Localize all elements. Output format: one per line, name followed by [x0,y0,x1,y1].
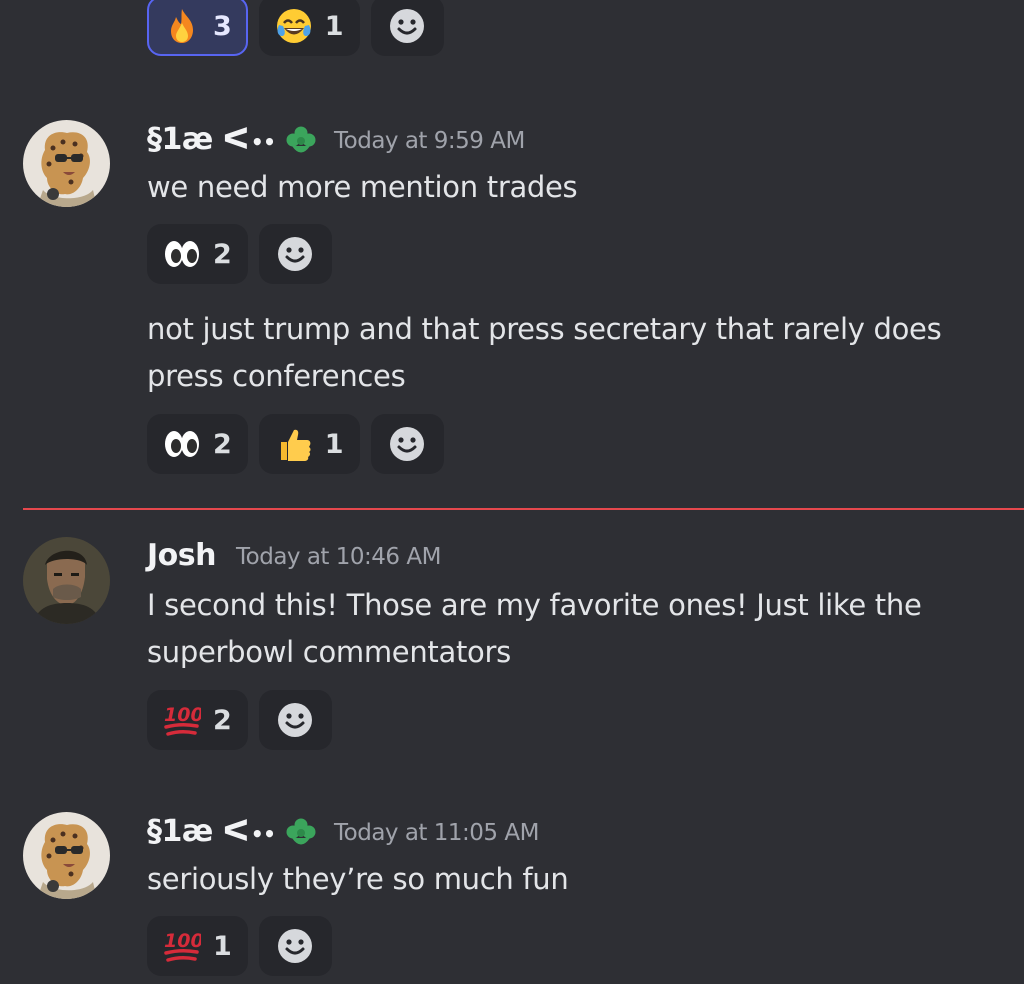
eyes-emoji-icon [165,241,199,267]
message-author[interactable]: §1æ ᐸ •• [147,814,317,849]
username-text: §1æ ᐸ [147,122,249,157]
reaction-thumbs-up[interactable]: 1 [258,414,360,474]
message-reactions: 1 [147,916,332,976]
message-reactions: 2 [147,690,332,750]
username-text: Josh [147,538,217,573]
new-messages-divider [23,508,1024,510]
add-reaction-icon [388,425,426,463]
message-text: I second this! Those are my favorite one… [147,588,922,669]
reaction-count: 1 [213,930,232,962]
leopard-avatar-image [23,812,110,899]
message-reactions: 2 1 [147,414,444,474]
green-flower-role-icon[interactable] [285,817,317,849]
reaction-eyes[interactable]: 2 [147,224,248,284]
add-reaction-icon [276,701,314,739]
add-reaction-button[interactable] [258,690,332,750]
add-reaction-button[interactable] [258,224,332,284]
josh-avatar-image [23,537,110,624]
avatar[interactable] [23,120,110,207]
hundred-emoji-icon [163,702,201,736]
thumbs-up-emoji-icon [280,429,311,461]
message-reactions: 3 1 [147,0,444,56]
reaction-count: 2 [213,704,232,736]
add-reaction-button[interactable] [258,916,332,976]
reaction-hundred[interactable]: 2 [147,690,248,750]
reaction-count: 2 [213,428,232,460]
message-author[interactable]: Josh [147,538,217,573]
reaction-count: 3 [213,10,232,42]
add-reaction-icon [276,235,314,273]
message-timestamp[interactable]: Today at 11:05 AM [334,820,539,846]
message-text: we need more mention trades [147,170,578,204]
message-timestamp[interactable]: Today at 10:46 AM [236,544,441,570]
add-reaction-button[interactable] [370,0,444,56]
username-suffix: •• [250,822,276,846]
eyes-emoji-icon [165,431,199,457]
green-flower-role-icon[interactable] [285,125,317,157]
avatar[interactable] [23,537,110,624]
message-reactions: 2 [147,224,332,284]
reaction-fire[interactable]: 3 [147,0,248,56]
message-text: not just trump and that press secretary … [147,312,942,393]
hundred-emoji-icon [163,928,201,962]
message-text: seriously they’re so much fun [147,862,569,896]
leopard-avatar-image [23,120,110,207]
message-author[interactable]: §1æ ᐸ •• [147,122,317,157]
fire-emoji-icon [171,9,193,43]
avatar[interactable] [23,812,110,899]
add-reaction-button[interactable] [370,414,444,474]
reaction-eyes[interactable]: 2 [147,414,248,474]
username-text: §1æ ᐸ [147,814,249,849]
joy-emoji-icon [275,7,313,45]
username-suffix: •• [250,130,276,154]
reaction-count: 1 [324,10,344,42]
add-reaction-icon [276,927,314,965]
add-reaction-icon [388,7,426,45]
reaction-hundred[interactable]: 1 [147,916,248,976]
reaction-joy[interactable]: 1 [258,0,360,56]
chat-messages: 3 1 §1æ ᐸ •• Today at 9:59 AM we need mor… [0,0,1024,984]
reaction-count: 2 [213,238,232,270]
message-timestamp[interactable]: Today at 9:59 AM [334,128,525,154]
reaction-count: 1 [324,428,344,460]
